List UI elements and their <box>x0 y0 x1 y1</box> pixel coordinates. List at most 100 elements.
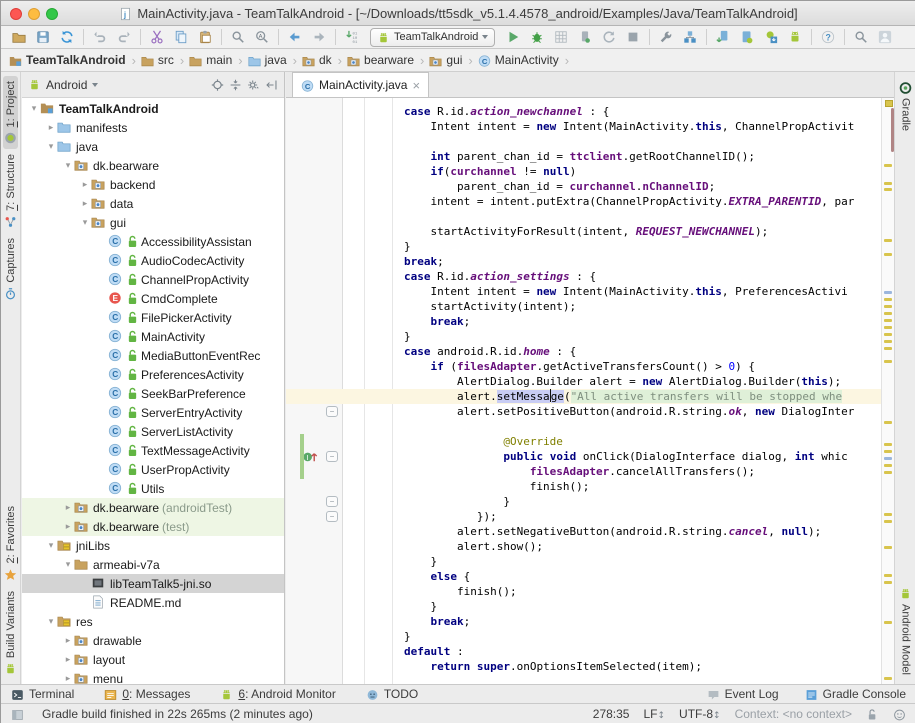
encoding-selector[interactable]: UTF-8↕ <box>679 707 721 721</box>
code-line-33[interactable]: finish(); <box>286 584 881 599</box>
code-line-15[interactable]: break; <box>286 314 881 329</box>
tool-stripe-1-project[interactable]: 1: Project <box>3 76 18 149</box>
collapse-all-icon[interactable] <box>229 78 242 91</box>
code-line-38[interactable]: return super.onOptionsItemSelected(item)… <box>286 659 881 674</box>
code-line-24[interactable]: public void onClick(DialogInterface dial… <box>286 449 881 464</box>
code-line-28[interactable]: }); <box>286 509 881 524</box>
warning-stripe-mark[interactable] <box>884 305 892 308</box>
warning-stripe-mark[interactable] <box>884 464 892 467</box>
tree-item-java[interactable]: ▾java <box>22 137 284 156</box>
tree-item-res[interactable]: ▾res <box>22 612 284 631</box>
synchronize-button[interactable] <box>55 27 79 47</box>
warning-stripe-mark[interactable] <box>884 253 892 256</box>
warning-stripe-mark[interactable] <box>884 471 892 474</box>
code-line-34[interactable]: } <box>286 599 881 614</box>
help-button[interactable]: ? <box>816 27 840 47</box>
toolwindow-button-terminal[interactable]: Terminal <box>11 687 74 701</box>
tab-mainactivity[interactable]: C MainActivity.java × <box>292 72 429 97</box>
code-line-23[interactable]: @Override <box>286 434 881 449</box>
warning-stripe-mark[interactable] <box>884 164 892 167</box>
code-line-32[interactable]: else { <box>286 569 881 584</box>
tree-item-dk-bearware[interactable]: ▾dk.bearware <box>22 156 284 175</box>
warning-stripe-mark[interactable] <box>884 450 892 453</box>
tree-item-manifests[interactable]: ▸manifests <box>22 118 284 137</box>
tree-item-textmessageactivity[interactable]: CTextMessageActivity <box>22 441 284 460</box>
tool-stripe-2-favorites[interactable]: 2: Favorites <box>3 501 18 585</box>
tree-item-dk-bearware[interactable]: ▸dk.bearware(test) <box>22 517 284 536</box>
breadcrumb-item-dk[interactable]: dk <box>302 53 332 67</box>
cut-button[interactable] <box>145 27 169 47</box>
tree-item-mediabuttoneventrec[interactable]: CMediaButtonEventRec <box>22 346 284 365</box>
collapsed-arrow-icon[interactable]: ▸ <box>62 674 74 684</box>
code-line-14[interactable]: startActivity(intent); <box>286 299 881 314</box>
code-area[interactable]: case R.id.action_newchannel : { Intent i… <box>286 104 881 674</box>
toolwindow-button-0-messages[interactable]: 0: Messages <box>104 687 190 701</box>
tree-item-utils[interactable]: CUtils <box>22 479 284 498</box>
toolwindow-button-6-android-monitor[interactable]: 6: Android Monitor <box>220 687 335 701</box>
tree-item-data[interactable]: ▸data <box>22 194 284 213</box>
stop-button[interactable] <box>621 27 645 47</box>
code-line-13[interactable]: Intent intent = new Intent(MainActivity.… <box>286 284 881 299</box>
tree-item-libteamtalk5-jni-so[interactable]: libTeamTalk5-jni.so <box>22 574 284 593</box>
expanded-arrow-icon[interactable]: ▾ <box>45 617 57 627</box>
tree-item-gui[interactable]: ▾gui <box>22 213 284 232</box>
code-line-27[interactable]: } <box>286 494 881 509</box>
tree-item-channelpropactivity[interactable]: CChannelPropActivity <box>22 270 284 289</box>
expanded-arrow-icon[interactable]: ▾ <box>62 560 74 570</box>
code-line-10[interactable]: } <box>286 239 881 254</box>
gear-icon[interactable] <box>247 78 260 91</box>
code-line-17[interactable]: case android.R.id.home : { <box>286 344 881 359</box>
code-line-3[interactable] <box>286 134 881 149</box>
paste-button[interactable] <box>193 27 217 47</box>
back-button[interactable] <box>283 27 307 47</box>
toolwindow-button-todo[interactable]: TODO <box>366 687 418 701</box>
warning-stripe-mark[interactable] <box>884 581 892 584</box>
warning-stripe-mark[interactable] <box>884 298 892 301</box>
code-line-8[interactable] <box>286 209 881 224</box>
highlighting-level-icon[interactable] <box>893 708 906 721</box>
tree-item-mainactivity[interactable]: CMainActivity <box>22 327 284 346</box>
replace-button[interactable]: A <box>250 27 274 47</box>
warning-stripe-mark[interactable] <box>884 340 892 343</box>
sync-gradle-button[interactable] <box>654 27 678 47</box>
open-button[interactable] <box>7 27 31 47</box>
warning-stripe-mark[interactable] <box>884 546 892 549</box>
copy-button[interactable] <box>169 27 193 47</box>
code-line-6[interactable]: parent_chan_id = curchannel.nChannelID; <box>286 179 881 194</box>
warning-stripe-mark[interactable] <box>884 520 892 523</box>
warning-stripe-mark[interactable] <box>884 421 892 424</box>
tree-item-teamtalkandroid[interactable]: ▾TeamTalkAndroid <box>22 99 284 118</box>
tree-item-jnilibs[interactable]: ▾jniLibs <box>22 536 284 555</box>
collapsed-arrow-icon[interactable]: ▸ <box>62 503 74 513</box>
collapsed-arrow-icon[interactable]: ▸ <box>79 180 91 190</box>
tree-item-drawable[interactable]: ▸drawable <box>22 631 284 650</box>
breadcrumb-item-gui[interactable]: gui <box>429 53 462 67</box>
line-separator-selector[interactable]: LF↕ <box>643 707 665 721</box>
code-line-16[interactable]: } <box>286 329 881 344</box>
breadcrumb-item-main[interactable]: main <box>189 53 232 67</box>
collapsed-arrow-icon[interactable]: ▸ <box>62 636 74 646</box>
code-line-12[interactable]: case R.id.action_settings : { <box>286 269 881 284</box>
save-all-button[interactable] <box>31 27 55 47</box>
run-configuration-select[interactable]: TeamTalkAndroid <box>370 28 495 47</box>
tool-window-toggle-icon[interactable] <box>11 708 24 721</box>
warning-stripe-mark[interactable] <box>884 312 892 315</box>
restart-activity-button[interactable] <box>597 27 621 47</box>
warning-stripe-mark[interactable] <box>884 443 892 446</box>
code-line-25[interactable]: filesAdapter.cancelAllTransfers(); <box>286 464 881 479</box>
expanded-arrow-icon[interactable]: ▾ <box>45 541 57 551</box>
avd-manager-button[interactable] <box>711 27 735 47</box>
tree-item-menu[interactable]: ▸menu <box>22 669 284 684</box>
sdk-manager-button[interactable] <box>759 27 783 47</box>
warning-stripe-mark[interactable] <box>884 326 892 329</box>
attach-debugger-button[interactable] <box>573 27 597 47</box>
tool-stripe-gradle[interactable]: Gradle <box>898 76 913 136</box>
code-line-4[interactable]: int parent_chan_id = ttclient.getRootCha… <box>286 149 881 164</box>
breadcrumb-item-mainactivity[interactable]: CMainActivity <box>478 53 559 67</box>
code-line-21[interactable]: alert.setPositiveButton(android.R.string… <box>286 404 881 419</box>
expanded-arrow-icon[interactable]: ▾ <box>28 104 40 114</box>
breadcrumb-item-src[interactable]: src <box>141 53 174 67</box>
collapsed-arrow-icon[interactable]: ▸ <box>62 522 74 532</box>
code-line-5[interactable]: if(curchannel != null) <box>286 164 881 179</box>
warning-stripe-mark[interactable] <box>884 319 892 322</box>
